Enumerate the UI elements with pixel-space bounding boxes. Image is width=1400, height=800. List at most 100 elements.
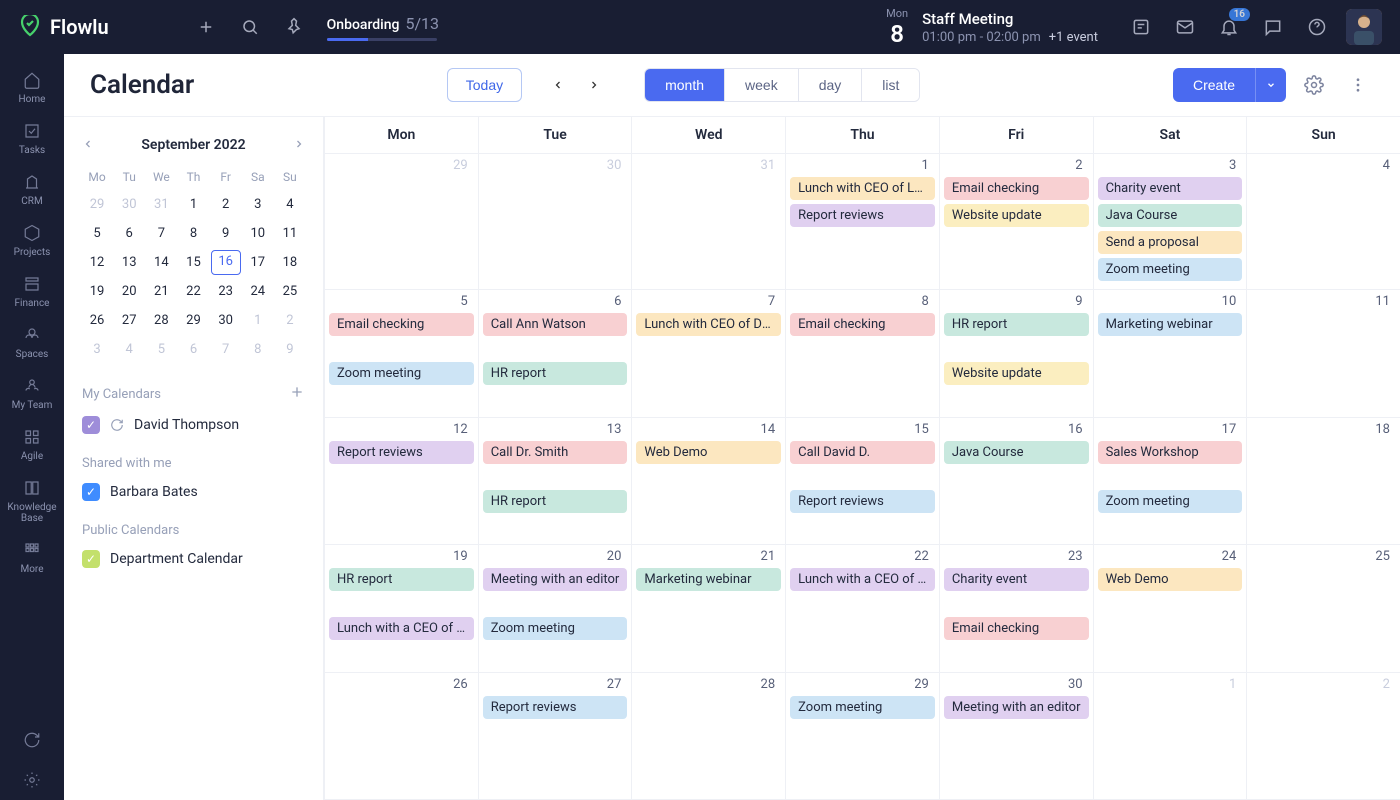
view-list[interactable]: list <box>861 69 919 101</box>
mini-day[interactable]: 4 <box>275 192 305 217</box>
day-cell[interactable]: 25 <box>1246 545 1400 672</box>
event[interactable]: Zoom meeting <box>329 362 474 385</box>
event[interactable]: Zoom meeting <box>790 696 935 719</box>
mini-day[interactable]: 9 <box>275 337 305 362</box>
day-cell[interactable]: 28 <box>631 673 785 800</box>
mini-prev[interactable] <box>82 135 94 154</box>
mini-next[interactable] <box>293 135 305 154</box>
day-cell[interactable]: 22Lunch with a CEO of IBM <box>785 545 939 672</box>
mini-day[interactable]: 15 <box>178 250 208 275</box>
rail-my-team[interactable]: My Team <box>6 370 58 417</box>
mini-day[interactable]: 23 <box>211 279 241 304</box>
mini-day[interactable]: 21 <box>146 279 176 304</box>
mini-day[interactable]: 14 <box>146 250 176 275</box>
event[interactable]: Lunch with CEO of Lexus <box>790 177 935 200</box>
avatar[interactable] <box>1346 9 1382 45</box>
day-cell[interactable]: 7Lunch with CEO of Dragon <box>631 290 785 417</box>
day-cell[interactable]: 19HR reportLunch with a CEO of IBM <box>324 545 478 672</box>
chat-icon[interactable] <box>1256 10 1290 44</box>
day-cell[interactable]: 20Meeting with an editorZoom meeting <box>478 545 632 672</box>
rail-spaces[interactable]: Spaces <box>6 319 58 366</box>
mini-day[interactable]: 2 <box>211 192 241 217</box>
day-cell[interactable]: 2Email checkingWebsite update <box>939 154 1093 289</box>
mini-day[interactable]: 3 <box>243 192 273 217</box>
event[interactable]: Email checking <box>944 617 1089 640</box>
day-cell[interactable]: 21Marketing webinar <box>631 545 785 672</box>
mini-day[interactable]: 2 <box>275 308 305 333</box>
day-cell[interactable]: 14Web Demo <box>631 418 785 545</box>
day-cell[interactable]: 3Charity eventJava CourseSend a proposal… <box>1093 154 1247 289</box>
day-cell[interactable]: 18 <box>1246 418 1400 545</box>
day-cell[interactable]: 30Meeting with an editor <box>939 673 1093 800</box>
mini-day[interactable]: 20 <box>114 279 144 304</box>
event[interactable]: Meeting with an editor <box>944 696 1089 719</box>
event[interactable]: Call David D. <box>790 441 935 464</box>
event[interactable]: Report reviews <box>329 441 474 464</box>
event[interactable]: Zoom meeting <box>483 617 628 640</box>
mini-day[interactable]: 7 <box>211 337 241 362</box>
day-cell[interactable]: 30 <box>478 154 632 289</box>
event[interactable]: Charity event <box>944 568 1089 591</box>
rail-settings-icon[interactable] <box>6 764 58 800</box>
mini-day[interactable]: 10 <box>243 221 273 246</box>
event[interactable]: Send a proposal <box>1098 231 1243 254</box>
event[interactable]: Report reviews <box>790 204 935 227</box>
mini-day[interactable]: 29 <box>178 308 208 333</box>
mini-day[interactable]: 18 <box>275 250 305 275</box>
day-cell[interactable]: 29 <box>324 154 478 289</box>
rail-projects[interactable]: Projects <box>6 217 58 264</box>
rail-finance[interactable]: Finance <box>6 268 58 315</box>
today-info[interactable]: Mon 8 Staff Meeting 01:00 pm - 02:00 pm+… <box>886 7 1098 48</box>
day-cell[interactable]: 5Email checkingZoom meeting <box>324 290 478 417</box>
mini-day[interactable]: 12 <box>82 250 112 275</box>
rail-knowledge-base[interactable]: Knowledge Base <box>6 472 58 530</box>
day-cell[interactable]: 16Java Course <box>939 418 1093 545</box>
event[interactable]: Lunch with CEO of Dragon <box>636 313 781 336</box>
event[interactable]: Website update <box>944 362 1089 385</box>
day-cell[interactable]: 4 <box>1246 154 1400 289</box>
mini-day[interactable]: 5 <box>82 221 112 246</box>
event[interactable]: HR report <box>483 362 628 385</box>
calendar-item[interactable]: ✓Department Calendar <box>82 550 305 568</box>
event[interactable]: Call Ann Watson <box>483 313 628 336</box>
mini-day[interactable]: 3 <box>82 337 112 362</box>
search-button[interactable] <box>233 10 267 44</box>
day-cell[interactable]: 2 <box>1246 673 1400 800</box>
next-button[interactable] <box>578 69 610 101</box>
event[interactable]: HR report <box>944 313 1089 336</box>
onboarding-progress[interactable]: Onboarding5/13 <box>327 14 439 41</box>
day-cell[interactable]: 6Call Ann WatsonHR report <box>478 290 632 417</box>
mini-day[interactable]: 26 <box>82 308 112 333</box>
mini-day[interactable]: 29 <box>82 192 112 217</box>
mini-day[interactable]: 30 <box>211 308 241 333</box>
event[interactable]: Meeting with an editor <box>483 568 628 591</box>
day-cell[interactable]: 1 <box>1093 673 1247 800</box>
event[interactable]: Java Course <box>1098 204 1243 227</box>
rail-tasks[interactable]: Tasks <box>6 115 58 162</box>
event[interactable]: Marketing webinar <box>1098 313 1243 336</box>
today-button[interactable]: Today <box>447 68 522 102</box>
settings-button[interactable] <box>1298 69 1330 101</box>
mini-day[interactable]: 27 <box>114 308 144 333</box>
mini-day[interactable]: 4 <box>114 337 144 362</box>
day-cell[interactable]: 10Marketing webinar <box>1093 290 1247 417</box>
mini-day[interactable]: 7 <box>146 221 176 246</box>
event[interactable]: HR report <box>483 490 628 513</box>
event[interactable]: Java Course <box>944 441 1089 464</box>
mini-day[interactable]: 6 <box>178 337 208 362</box>
mini-day[interactable]: 24 <box>243 279 273 304</box>
event[interactable]: Call Dr. Smith <box>483 441 628 464</box>
day-cell[interactable]: 8Email checking <box>785 290 939 417</box>
day-cell[interactable]: 29Zoom meeting <box>785 673 939 800</box>
calendar-checkbox[interactable]: ✓ <box>82 550 100 568</box>
more-button[interactable] <box>1342 69 1374 101</box>
mini-day[interactable]: 1 <box>243 308 273 333</box>
event[interactable]: Sales Workshop <box>1098 441 1243 464</box>
day-cell[interactable]: 23Charity eventEmail checking <box>939 545 1093 672</box>
view-week[interactable]: week <box>724 69 798 101</box>
mini-day[interactable]: 31 <box>146 192 176 217</box>
event[interactable]: Lunch with a CEO of IBM <box>329 617 474 640</box>
create-dropdown[interactable] <box>1255 68 1286 102</box>
day-cell[interactable]: 13Call Dr. SmithHR report <box>478 418 632 545</box>
pin-button[interactable] <box>277 10 311 44</box>
